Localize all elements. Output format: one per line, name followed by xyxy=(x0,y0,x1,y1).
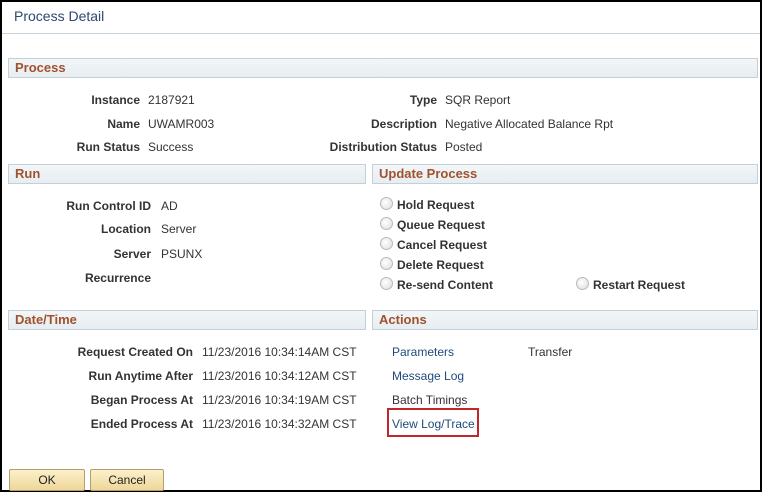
process-section-title: Process xyxy=(15,60,66,75)
ended-process-at-label: Ended Process At xyxy=(90,417,193,431)
began-process-at-value: 11/23/2016 10:34:19AM CST xyxy=(202,393,357,407)
type-label: Type xyxy=(409,93,437,107)
delete-request-label: Delete Request xyxy=(397,258,484,272)
hold-request-label: Hold Request xyxy=(397,198,475,212)
server-label: Server xyxy=(113,247,151,261)
actions-section-title: Actions xyxy=(379,312,427,327)
delete-request-radio[interactable] xyxy=(380,257,393,270)
run-section-header: Run xyxy=(8,164,366,184)
page-title: Process Detail xyxy=(14,8,105,24)
parameters-link[interactable]: Parameters xyxy=(392,345,454,359)
actions-section-header: Actions xyxy=(372,310,758,330)
restart-request-label: Restart Request xyxy=(593,278,686,292)
queue-request-radio[interactable] xyxy=(380,217,393,230)
resend-content-label: Re-send Content xyxy=(397,278,493,292)
name-value: UWAMR003 xyxy=(148,117,215,131)
location-label: Location xyxy=(101,222,151,236)
began-process-at-label: Began Process At xyxy=(90,393,193,407)
description-value: Negative Allocated Balance Rpt xyxy=(445,117,614,131)
run-control-id-value: AD xyxy=(161,199,178,213)
view-log-trace-link[interactable]: View Log/Trace xyxy=(392,417,475,431)
request-created-on-value: 11/23/2016 10:34:14AM CST xyxy=(202,345,357,359)
run-status-label: Run Status xyxy=(76,140,140,154)
server-value: PSUNX xyxy=(161,247,203,261)
datetime-section-title: Date/Time xyxy=(15,312,77,327)
recurrence-label: Recurrence xyxy=(84,271,151,285)
title-divider xyxy=(2,33,760,34)
name-label: Name xyxy=(107,117,140,131)
instance-label: Instance xyxy=(91,93,140,107)
distribution-status-value: Posted xyxy=(445,140,483,154)
location-value: Server xyxy=(161,222,197,236)
run-status-value: Success xyxy=(148,140,194,154)
run-section-title: Run xyxy=(15,166,41,181)
restart-request-radio[interactable] xyxy=(576,277,589,290)
distribution-status-label: Distribution Status xyxy=(329,140,437,154)
process-section-header: Process xyxy=(8,58,758,78)
ended-process-at-value: 11/23/2016 10:34:32AM CST xyxy=(202,417,357,431)
message-log-link[interactable]: Message Log xyxy=(392,369,464,383)
request-created-on-label: Request Created On xyxy=(77,345,193,359)
cancel-request-label: Cancel Request xyxy=(397,238,488,252)
update-process-section-title: Update Process xyxy=(379,166,478,181)
resend-content-radio[interactable] xyxy=(380,277,393,290)
hold-request-radio[interactable] xyxy=(380,197,393,210)
ok-button[interactable]: OK xyxy=(9,469,85,491)
datetime-section-header: Date/Time xyxy=(8,310,366,330)
transfer-text: Transfer xyxy=(528,345,573,359)
description-label: Description xyxy=(370,117,437,131)
cancel-button[interactable]: Cancel xyxy=(90,469,164,491)
process-detail-window: Process Detail Process Instance 2187921 … xyxy=(0,0,762,492)
cancel-request-radio[interactable] xyxy=(380,237,393,250)
queue-request-label: Queue Request xyxy=(397,218,486,232)
run-anytime-after-label: Run Anytime After xyxy=(88,369,193,383)
instance-value: 2187921 xyxy=(148,93,195,107)
update-process-section-header: Update Process xyxy=(372,164,758,184)
run-anytime-after-value: 11/23/2016 10:34:12AM CST xyxy=(202,369,357,383)
batch-timings-text: Batch Timings xyxy=(392,393,468,407)
run-control-id-label: Run Control ID xyxy=(66,199,151,213)
type-value: SQR Report xyxy=(445,93,511,107)
